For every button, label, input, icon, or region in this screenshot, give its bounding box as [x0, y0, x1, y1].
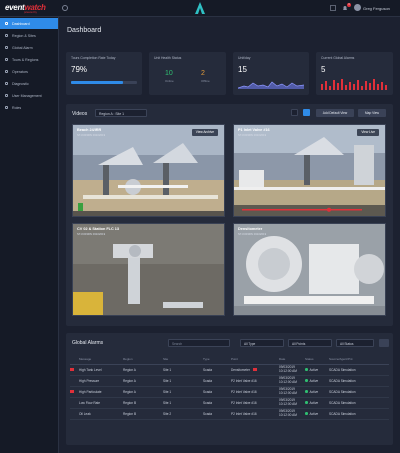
sidebar-item-roles[interactable]: Roles — [0, 102, 58, 113]
kpi-value: 5 — [321, 65, 326, 74]
notification-badge: 3 — [347, 3, 351, 7]
status-dot-icon — [305, 412, 308, 415]
videos-panel: Videos Region A : Site 1 Add Default Vie… — [66, 104, 393, 326]
camera-meta: ST-K003RN 03102019 — [238, 133, 267, 137]
videos-title: Videos — [72, 111, 88, 117]
column-header[interactable]: Status — [305, 355, 329, 365]
camera-feed-image — [73, 125, 224, 216]
table-row[interactable]: Oil Leak Region B Site 2 Scada P2 Inlet … — [70, 408, 389, 420]
menu-toggle-icon[interactable] — [62, 5, 68, 11]
route-icon — [5, 58, 8, 61]
alarm-flag-icon — [70, 368, 74, 371]
list-view-icon[interactable] — [291, 109, 298, 116]
column-header[interactable]: Point — [231, 355, 279, 365]
page-title: Dashboard — [67, 27, 102, 34]
kpi-global-alarms: Current Global Alarms 5 — [316, 52, 393, 95]
sidebar-item-operators[interactable]: Operators — [0, 66, 58, 77]
top-bar: eventwatch powered by 3 Greg Ferguson — [0, 0, 400, 17]
alarms-table: Message Region Site Type Point Date Stat… — [70, 355, 389, 420]
online-label: Online — [165, 79, 174, 83]
column-header[interactable]: Message — [79, 355, 123, 365]
sparkline-chart — [238, 81, 304, 89]
camera-name: P1 Inlet Valve #16 — [238, 128, 270, 132]
status-dot-icon — [305, 390, 308, 393]
global-alarms-panel: Global Alarms Search All Type All Points… — [66, 333, 393, 445]
view-live-button[interactable]: View Live — [357, 129, 379, 136]
avatar[interactable] — [354, 4, 361, 11]
camera-meta: ST-K003RN 03102019 — [77, 133, 106, 137]
camera-name: CV 02 & Station FLC 13 — [77, 227, 119, 231]
export-icon[interactable] — [379, 339, 389, 347]
type-filter-select[interactable]: All Type — [240, 339, 284, 347]
sidebar-item-diagnostic[interactable]: Diagnostic — [0, 78, 58, 89]
camera-name: Densitometer — [238, 227, 263, 231]
column-header[interactable]: Date — [279, 355, 305, 365]
alarms-title: Global Alarms — [72, 340, 104, 346]
status-filter-select[interactable]: All Status — [336, 339, 374, 347]
dashboard-icon — [5, 22, 8, 25]
map-pin-icon — [5, 34, 8, 37]
alarm-bars-chart — [321, 79, 387, 90]
region-select[interactable]: Region A : Site 1 — [95, 109, 147, 117]
grid-view-icon[interactable] — [303, 109, 310, 116]
pulse-icon — [5, 82, 8, 85]
sidebar-item-user-management[interactable]: User Management — [0, 90, 58, 101]
key-icon — [5, 106, 8, 109]
offline-count: 2 — [201, 70, 205, 77]
camera-feed-image — [73, 224, 224, 315]
sidebar-item-tours-regions[interactable]: Tours & Regions — [0, 54, 58, 65]
camera-tile[interactable]: CV 02 & Station FLC 13 ST-K003RN 0310201… — [72, 223, 225, 316]
grid-icon[interactable] — [330, 5, 336, 11]
logo-subtitle: powered by — [24, 11, 37, 14]
sidebar-item-dashboard[interactable]: Dashboard — [0, 18, 58, 29]
online-count: 10 — [165, 70, 173, 77]
user-icon — [5, 94, 8, 97]
alarms-search-input[interactable]: Search — [168, 339, 230, 347]
kpi-value: 15 — [238, 65, 247, 74]
users-icon — [5, 70, 8, 73]
column-header[interactable]: Region — [123, 355, 163, 365]
camera-meta: ST-K003RN 03102019 — [238, 232, 267, 236]
column-header[interactable]: Site — [163, 355, 203, 365]
camera-tile[interactable]: Densitometer ST-K003RN 03102019 — [233, 223, 386, 316]
table-row[interactable]: Low Flow Rate Region B Site 1 Scada P2 I… — [70, 397, 389, 409]
status-dot-icon — [305, 368, 308, 371]
table-row[interactable]: High Pressure Region A Site 1 Scada P2 I… — [70, 375, 389, 387]
view-archive-button[interactable]: View Archive — [191, 129, 218, 136]
status-dot-icon — [305, 401, 308, 404]
sidebar-item-region-sites[interactable]: Region & Sites — [0, 30, 58, 41]
add-default-view-button[interactable]: Add Default View — [316, 109, 354, 117]
camera-tile[interactable]: Beach 24/IRR ST-K003RN 03102019 View Arc… — [72, 124, 225, 217]
kpi-value: 79% — [71, 65, 88, 74]
camera-feed-image — [234, 125, 385, 216]
table-header-row: Message Region Site Type Point Date Stat… — [70, 355, 389, 365]
alarm-flag-icon — [70, 390, 74, 393]
kpi-tour-completion: Tours Completion Rate Today 79% — [66, 52, 142, 95]
completion-progress-bar — [71, 81, 137, 84]
user-name[interactable]: Greg Ferguson — [363, 6, 390, 11]
column-header[interactable]: Source/Agent/Pnt — [329, 355, 389, 365]
brand-mark-icon — [195, 2, 205, 14]
camera-name: Beach 24/IRR — [77, 128, 102, 132]
points-filter-select[interactable]: All Points — [288, 339, 332, 347]
table-row[interactable]: High Tank Level Region A Site 1 Scada De… — [70, 364, 389, 376]
camera-feed-image — [234, 224, 385, 315]
table-row[interactable]: High Particulate Region A Site 1 Scada P… — [70, 386, 389, 398]
offline-label: Offline — [201, 79, 210, 83]
sidebar-item-global-alarm[interactable]: Global Alarm — [0, 42, 58, 53]
kpi-units-day: Unit/day 15 — [233, 52, 309, 95]
status-dot-icon — [305, 379, 308, 382]
point-flag-icon — [252, 368, 257, 371]
map-view-button[interactable]: Map View — [358, 109, 386, 117]
column-header[interactable]: Type — [203, 355, 231, 365]
kpi-unit-health: Unit Health Status 10 Online 2 Offline — [149, 52, 226, 95]
camera-meta: ST-K003RN 03102019 — [77, 232, 106, 236]
sidebar: Dashboard Region & Sites Global Alarm To… — [0, 17, 59, 453]
camera-tile[interactable]: P1 Inlet Valve #16 ST-K003RN 03102019 Vi… — [233, 124, 386, 217]
alarm-icon — [5, 46, 8, 49]
